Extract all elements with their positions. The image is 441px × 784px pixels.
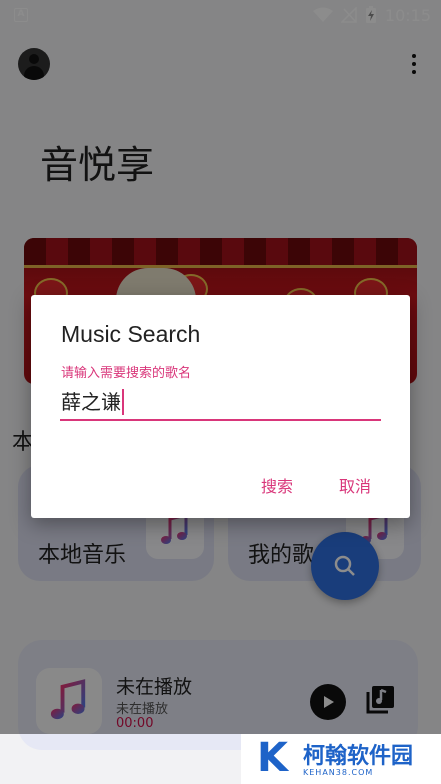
watermark-logo: K bbox=[257, 735, 288, 781]
dialog-title: Music Search bbox=[61, 321, 201, 347]
search-field-label: 请输入需要搜索的歌名 bbox=[61, 366, 192, 381]
watermark: K 柯翰软件园 KEHAN38.COM bbox=[241, 734, 441, 784]
music-search-dialog: Music Search 请输入需要搜索的歌名 薛之谦 搜索 取消 bbox=[31, 295, 410, 518]
watermark-url: KEHAN38.COM bbox=[303, 768, 374, 777]
song-name-input[interactable]: 薛之谦 bbox=[61, 389, 124, 415]
cancel-button[interactable]: 取消 bbox=[339, 473, 371, 497]
watermark-brand: 柯翰软件园 bbox=[303, 744, 414, 769]
search-button[interactable]: 搜索 bbox=[261, 473, 293, 497]
input-underline bbox=[60, 419, 381, 421]
app-screen: A 10:15 音悦享 本 本地音乐 我的歌 未在播放 未在播放 00:00 M… bbox=[0, 0, 441, 784]
